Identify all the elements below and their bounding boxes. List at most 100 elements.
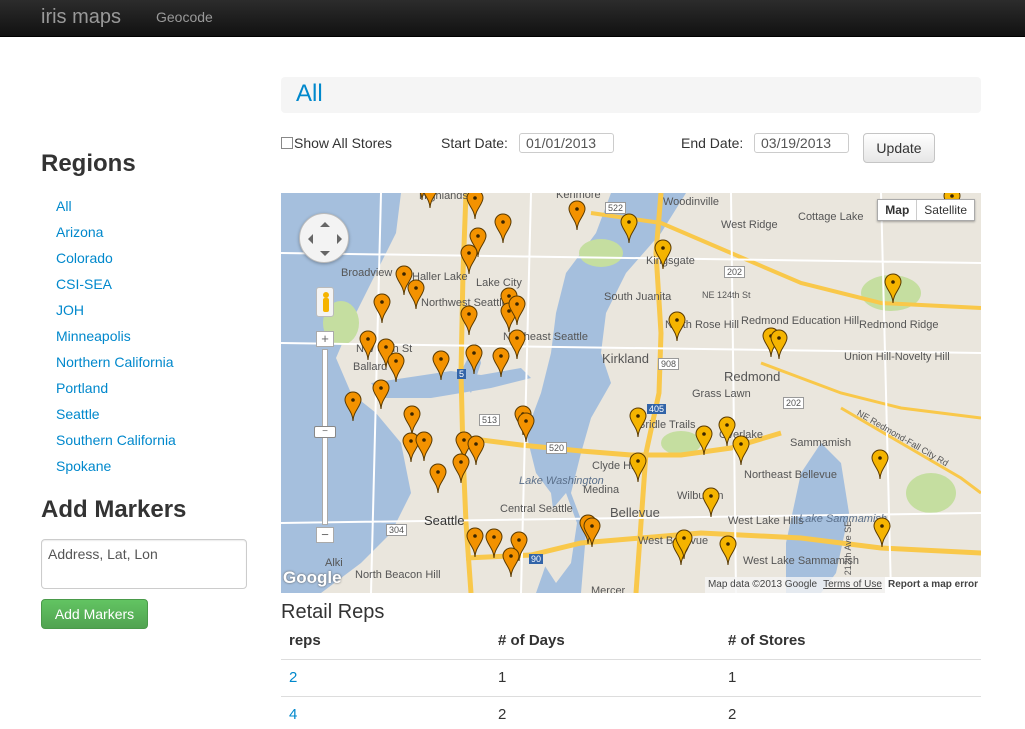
store-marker-icon[interactable] [770,329,788,361]
store-marker-icon[interactable] [583,517,601,549]
region-link-all[interactable]: All [56,196,176,222]
store-marker-icon[interactable] [429,463,447,495]
map-data-text: Map data ©2013 Google [707,579,818,590]
brand-logo[interactable]: iris maps [41,6,121,29]
store-marker-icon[interactable] [732,435,750,467]
store-marker-icon[interactable] [629,452,647,484]
store-marker-icon[interactable] [702,487,720,519]
update-button[interactable]: Update [863,133,935,163]
add-markers-heading: Add Markers [41,496,187,523]
store-marker-icon[interactable] [466,527,484,559]
map-label-west-lake-sammamish: West Lake Sammamish [743,555,859,567]
start-date-label: Start Date: [441,135,508,151]
store-marker-icon[interactable] [517,412,535,444]
end-date-input[interactable] [754,133,849,153]
map-type-map-button[interactable]: Map [878,200,918,220]
stores-cell: 1 [720,659,981,697]
store-marker-icon[interactable] [884,273,902,305]
region-link-arizona[interactable]: Arizona [56,222,176,248]
zoom-slider-handle[interactable]: − [314,426,336,438]
region-title: All [296,80,323,107]
highway-shield-520: 520 [546,442,568,454]
region-list: All Arizona Colorado CSI-SEA JOH Minneap… [56,196,176,482]
add-markers-button[interactable]: Add Markers [41,599,148,629]
nav-link-geocode[interactable]: Geocode [156,9,213,25]
region-link-seattle[interactable]: Seattle [56,404,176,430]
pan-control[interactable] [299,213,349,263]
show-all-stores-label: Show All Stores [294,135,393,151]
street-view-pegman-icon[interactable] [316,287,334,317]
store-marker-icon[interactable] [373,293,391,325]
map-label-redmond: Redmond [724,369,781,384]
table-row: 2 1 1 [281,659,981,697]
header-stores[interactable]: # of Stores [720,622,981,660]
show-all-stores-checkbox[interactable] [281,137,293,149]
region-link-joh[interactable]: JOH [56,300,176,326]
region-link-northern-california[interactable]: Northern California [56,352,176,378]
zoom-out-button[interactable]: − [316,527,334,543]
end-date-label: End Date: [681,135,744,151]
regions-heading: Regions [41,150,136,177]
start-date-input[interactable] [519,133,614,153]
map-label-seattle: Seattle [424,513,465,528]
retail-reps-table: reps # of Days # of Stores 2 1 1 4 2 2 [281,622,981,729]
days-cell: 2 [490,696,720,729]
highway-shield-908: 908 [658,358,680,370]
highway-shield-90: 90 [529,554,544,564]
store-marker-icon[interactable] [432,350,450,382]
rep-link[interactable]: 4 [281,696,490,729]
store-marker-icon[interactable] [873,517,891,549]
store-marker-icon[interactable] [460,305,478,337]
store-marker-icon[interactable] [675,529,693,561]
store-marker-icon[interactable] [494,213,512,245]
store-marker-icon[interactable] [421,193,439,210]
map-label-medina: Medina [583,484,620,496]
region-link-csi-sea[interactable]: CSI-SEA [56,274,176,300]
store-marker-icon[interactable] [372,379,390,411]
store-marker-icon[interactable] [568,200,586,232]
store-marker-icon[interactable] [407,279,425,311]
region-link-portland[interactable]: Portland [56,378,176,404]
store-marker-icon[interactable] [719,535,737,567]
store-marker-icon[interactable] [620,213,638,245]
map-label-northeast-bellevue: Northeast Bellevue [744,469,837,481]
region-link-southern-california[interactable]: Southern California [56,430,176,456]
store-marker-icon[interactable] [654,239,672,271]
map-label-ne-124th-st: NE 124th St [702,290,751,300]
region-link-minneapolis[interactable]: Minneapolis [56,326,176,352]
store-marker-icon[interactable] [871,449,889,481]
markers-input[interactable] [41,539,247,589]
store-marker-icon[interactable] [668,311,686,343]
report-map-error-link[interactable]: Report a map error [884,577,981,593]
header-reps[interactable]: reps [281,622,490,660]
map-label-mercer: Mercer [591,585,626,593]
store-marker-icon[interactable] [629,407,647,439]
store-marker-icon[interactable] [502,547,520,579]
terms-of-use-link[interactable]: Terms of Use [820,577,885,593]
store-marker-icon[interactable] [485,528,503,560]
region-title-bar: All [281,77,981,113]
map-type-control: Map Satellite [877,199,975,221]
map-attribution: Map data ©2013 Google Terms of Use Repor… [704,577,981,593]
map-label-cottage-lake: Cottage Lake [798,211,864,223]
store-marker-icon[interactable] [359,330,377,362]
header-days[interactable]: # of Days [490,622,720,660]
map-label-woodinville: Woodinville [663,196,720,208]
table-row: 4 2 2 [281,696,981,729]
zoom-in-button[interactable]: + [316,331,334,347]
store-map[interactable]: Highlands Kenmore Woodinville Cottage La… [281,193,981,593]
store-marker-icon[interactable] [465,344,483,376]
rep-link[interactable]: 2 [281,659,490,697]
map-type-satellite-button[interactable]: Satellite [917,200,974,220]
store-marker-icon[interactable] [344,391,362,423]
store-marker-icon[interactable] [695,425,713,457]
region-link-colorado[interactable]: Colorado [56,248,176,274]
store-marker-icon[interactable] [452,453,470,485]
store-marker-icon[interactable] [460,244,478,276]
store-marker-icon[interactable] [466,193,484,221]
map-label-bellevue: Bellevue [610,505,660,520]
store-marker-icon[interactable] [508,295,526,327]
store-marker-icon[interactable] [415,431,433,463]
store-marker-icon[interactable] [508,329,526,361]
region-link-spokane[interactable]: Spokane [56,456,176,482]
